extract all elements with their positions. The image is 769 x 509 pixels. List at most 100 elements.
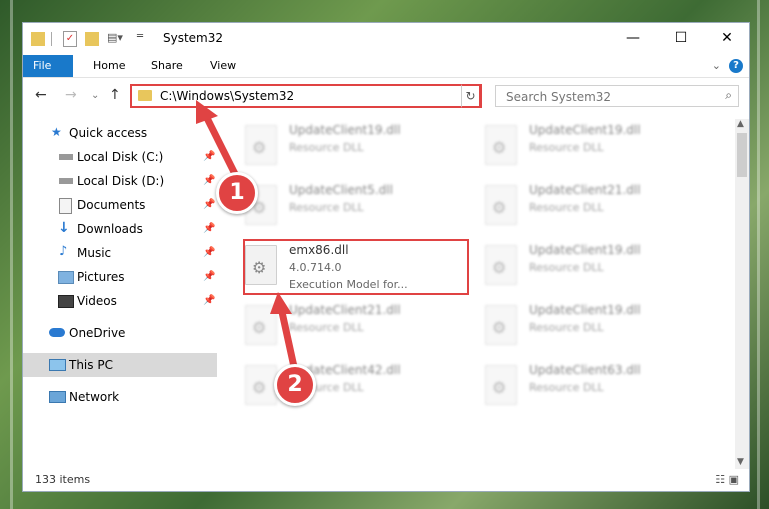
minimize-button[interactable]: —	[623, 29, 643, 47]
file-tile[interactable]: ⚙ UpdateClient21.dll Resource DLL	[223, 299, 453, 355]
computer-icon	[49, 359, 66, 371]
gear-icon: ⚙	[492, 258, 507, 277]
ribbon-tabs: File Home Share View ⌄ ?	[23, 55, 749, 78]
documents-icon	[59, 198, 72, 214]
sidebar-item-quick-access[interactable]: ★ Quick access	[23, 121, 217, 145]
sidebar-item-label: Local Disk (D:)	[77, 174, 165, 188]
sidebar-item-label: Pictures	[77, 270, 125, 284]
file-highlight-box	[243, 239, 469, 295]
file-type: Resource DLL	[529, 261, 604, 274]
dll-file-icon: ⚙	[245, 365, 277, 405]
recent-locations-icon[interactable]: ⌄	[91, 90, 99, 101]
file-name: UpdateClient21.dll	[529, 183, 641, 197]
dll-file-icon: ⚙	[485, 365, 517, 405]
sidebar-item-this-pc[interactable]: This PC	[23, 353, 217, 377]
search-box[interactable]: ⌕	[495, 85, 739, 107]
pin-icon[interactable]: 📌	[203, 289, 215, 313]
gear-icon: ⚙	[252, 318, 267, 337]
vertical-scrollbar[interactable]: ▲ ▼	[735, 119, 749, 469]
tab-file[interactable]: File	[23, 55, 73, 77]
file-type: Resource DLL	[529, 321, 604, 334]
sidebar-item-network[interactable]: Network	[23, 385, 217, 409]
pin-icon[interactable]: 📌	[203, 241, 215, 265]
file-tile[interactable]: ⚙ UpdateClient21.dll Resource DLL	[463, 179, 693, 235]
file-tile[interactable]: ⚙ UpdateClient19.dll Resource DLL	[463, 299, 693, 355]
file-tile[interactable]: ⚙ UpdateClient19.dll Resource DLL	[463, 239, 693, 295]
star-icon: ★	[51, 125, 62, 139]
status-bar: 133 items ☷ ▣	[23, 471, 749, 491]
navigation-bar: ← → ⌄ ↑ C:\Windows\System32 ⌄ ↻ ⌕	[23, 79, 749, 113]
scroll-thumb[interactable]	[737, 133, 747, 177]
download-icon: ↓	[58, 220, 70, 236]
gear-icon: ⚙	[492, 378, 507, 397]
folder-icon[interactable]	[31, 32, 45, 46]
sidebar-item-pictures[interactable]: Pictures 📌	[23, 265, 217, 289]
step-2-badge: 2	[274, 364, 316, 406]
file-tile[interactable]: ⚙ UpdateClient63.dll Resource DLL	[463, 359, 693, 415]
window-title: System32	[163, 31, 224, 45]
sidebar-item-videos[interactable]: Videos 📌	[23, 289, 217, 313]
view-toggle-icons[interactable]: ☷ ▣	[715, 473, 739, 486]
tab-home[interactable]: Home	[81, 55, 137, 77]
sidebar-item-downloads[interactable]: ↓ Downloads 📌	[23, 217, 217, 241]
file-name: UpdateClient19.dll	[529, 123, 641, 137]
refresh-button[interactable]: ↻	[461, 84, 481, 108]
file-name: UpdateClient21.dll	[289, 303, 401, 317]
pin-icon[interactable]: 📌	[203, 169, 215, 193]
gear-icon: ⚙	[252, 378, 267, 397]
search-input[interactable]	[504, 89, 708, 105]
file-type: Resource DLL	[289, 141, 364, 154]
maximize-button[interactable]: ☐	[671, 29, 691, 47]
file-tile[interactable]: ⚙ UpdateClient5.dll Resource DLL	[223, 179, 453, 235]
cloud-icon	[49, 328, 65, 337]
back-arrow-icon[interactable]: ←	[35, 87, 47, 103]
file-type: Resource DLL	[529, 141, 604, 154]
sidebar-item-music[interactable]: ♪ Music 📌	[23, 241, 217, 265]
sidebar-item-local-disk-c[interactable]: Local Disk (C:) 📌	[23, 145, 217, 169]
forward-arrow-icon[interactable]: →	[65, 87, 77, 103]
close-button[interactable]: ✕	[717, 29, 737, 47]
file-type: Resource DLL	[289, 321, 364, 334]
address-bar[interactable]: C:\Windows\System32 ⌄	[130, 84, 482, 108]
sidebar-item-local-disk-d[interactable]: Local Disk (D:) 📌	[23, 169, 217, 193]
background-light-streak	[10, 0, 13, 509]
file-name: UpdateClient19.dll	[529, 243, 641, 257]
pin-icon[interactable]: 📌	[203, 145, 215, 169]
tab-view[interactable]: View	[198, 55, 248, 77]
file-tile[interactable]: ⚙ UpdateClient19.dll Resource DLL	[463, 119, 693, 175]
scroll-down-icon[interactable]: ▼	[737, 457, 744, 467]
gear-icon: ⚙	[252, 138, 267, 157]
file-name: UpdateClient63.dll	[529, 363, 641, 377]
file-tile[interactable]: ⚙ UpdateClient19.dll Resource DLL	[223, 119, 453, 175]
tab-share[interactable]: Share	[139, 55, 195, 77]
search-icon[interactable]: ⌕	[725, 88, 732, 103]
new-folder-icon[interactable]	[85, 32, 99, 46]
item-count: 133 items	[35, 473, 91, 486]
expand-ribbon-icon[interactable]: ⌄	[712, 59, 721, 72]
pin-icon[interactable]: 📌	[203, 217, 215, 241]
dll-file-icon: ⚙	[485, 305, 517, 345]
properties-icon[interactable]: ✓	[63, 31, 77, 47]
sidebar-item-label: Local Disk (C:)	[77, 150, 164, 164]
customize-toolbar-icon[interactable]: ▤▾	[107, 31, 123, 45]
address-path[interactable]: C:\Windows\System32	[160, 89, 294, 103]
pin-icon[interactable]: 📌	[203, 265, 215, 289]
step-1-badge: 1	[216, 172, 258, 214]
sidebar-item-label: OneDrive	[69, 326, 126, 340]
dll-file-icon: ⚙	[245, 305, 277, 345]
scroll-up-icon[interactable]: ▲	[737, 119, 744, 129]
file-explorer-window: ✓ ▤▾ ═ System32 — ☐ ✕ File Home Share Vi…	[22, 22, 750, 492]
network-icon	[49, 391, 66, 403]
pin-icon[interactable]: 📌	[203, 193, 215, 217]
help-button[interactable]: ?	[729, 59, 743, 73]
sidebar-item-label: Network	[69, 390, 120, 404]
toolbar-dropdown-icon[interactable]: ═	[137, 31, 143, 47]
dll-file-icon: ⚙	[485, 125, 517, 165]
sidebar-item-documents[interactable]: Documents 📌	[23, 193, 217, 217]
sidebar-item-onedrive[interactable]: OneDrive	[23, 321, 217, 345]
up-arrow-icon[interactable]: ↑	[109, 87, 121, 103]
file-type: Resource DLL	[289, 201, 364, 214]
dll-file-icon: ⚙	[485, 185, 517, 225]
gear-icon: ⚙	[492, 318, 507, 337]
file-tile[interactable]: ⚙ UpdateClient42.dll Resource DLL	[223, 359, 453, 415]
